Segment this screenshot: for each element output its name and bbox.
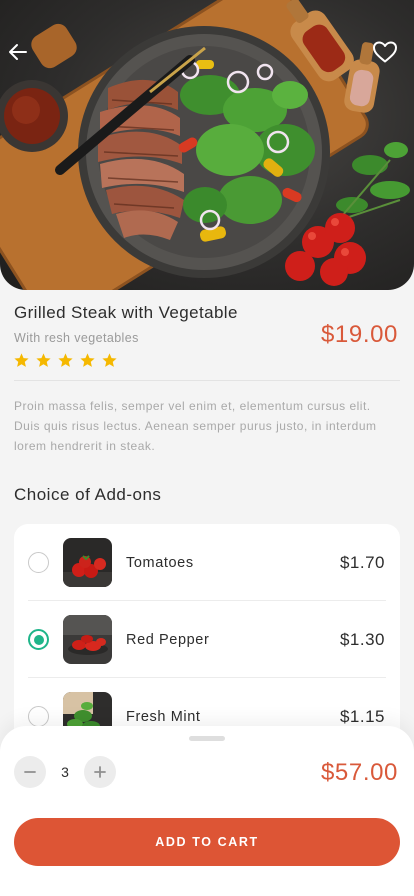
tomatoes-image bbox=[63, 538, 112, 587]
plus-icon bbox=[94, 766, 106, 778]
addon-price: $1.70 bbox=[339, 553, 385, 572]
cart-bottom-sheet: 3 $57.00 ADD TO CART bbox=[0, 726, 414, 896]
increase-quantity-button[interactable] bbox=[84, 756, 116, 788]
sheet-drag-handle[interactable] bbox=[189, 736, 225, 741]
add-to-cart-button[interactable]: ADD TO CART bbox=[14, 818, 400, 866]
product-title: Grilled Steak with Vegetable bbox=[14, 303, 238, 322]
product-price: $19.00 bbox=[320, 321, 398, 348]
addon-radio[interactable] bbox=[28, 552, 49, 573]
arrow-left-icon bbox=[9, 44, 27, 60]
addon-name: Fresh Mint bbox=[126, 709, 201, 725]
star-icon bbox=[80, 353, 95, 367]
star-icon bbox=[36, 353, 51, 367]
hero-image bbox=[0, 0, 414, 290]
star-icon bbox=[102, 353, 117, 367]
addon-radio-selected[interactable] bbox=[28, 629, 49, 650]
addon-radio[interactable] bbox=[28, 706, 49, 727]
rating-stars bbox=[13, 352, 118, 369]
product-subtitle: With resh vegetables bbox=[14, 331, 139, 345]
quantity-value: 3 bbox=[61, 764, 69, 780]
decrease-quantity-button[interactable] bbox=[14, 756, 46, 788]
addon-item-tomatoes[interactable]: Tomatoes $1.70 bbox=[14, 524, 400, 601]
product-description: Proin massa felis, semper vel enim et, e… bbox=[14, 399, 377, 453]
addon-price: $1.15 bbox=[339, 707, 385, 726]
star-icon bbox=[14, 353, 29, 367]
addon-thumbnail bbox=[63, 615, 112, 664]
heart-outline-icon bbox=[373, 41, 397, 63]
addons-title: Choice of Add-ons bbox=[14, 485, 162, 504]
addon-item-red-pepper[interactable]: Red Pepper $1.30 bbox=[14, 601, 400, 678]
back-button[interactable] bbox=[6, 40, 40, 74]
addon-name: Red Pepper bbox=[126, 632, 210, 648]
steak-plate-photo bbox=[0, 0, 410, 290]
red-pepper-image bbox=[63, 615, 112, 664]
minus-icon bbox=[24, 771, 36, 773]
addon-thumbnail bbox=[63, 538, 112, 587]
star-icon bbox=[58, 353, 73, 367]
cart-total: $57.00 bbox=[320, 759, 398, 786]
addon-name: Tomatoes bbox=[126, 555, 194, 571]
addon-price: $1.30 bbox=[339, 630, 385, 649]
divider bbox=[14, 380, 400, 381]
favorite-button[interactable] bbox=[372, 40, 406, 74]
